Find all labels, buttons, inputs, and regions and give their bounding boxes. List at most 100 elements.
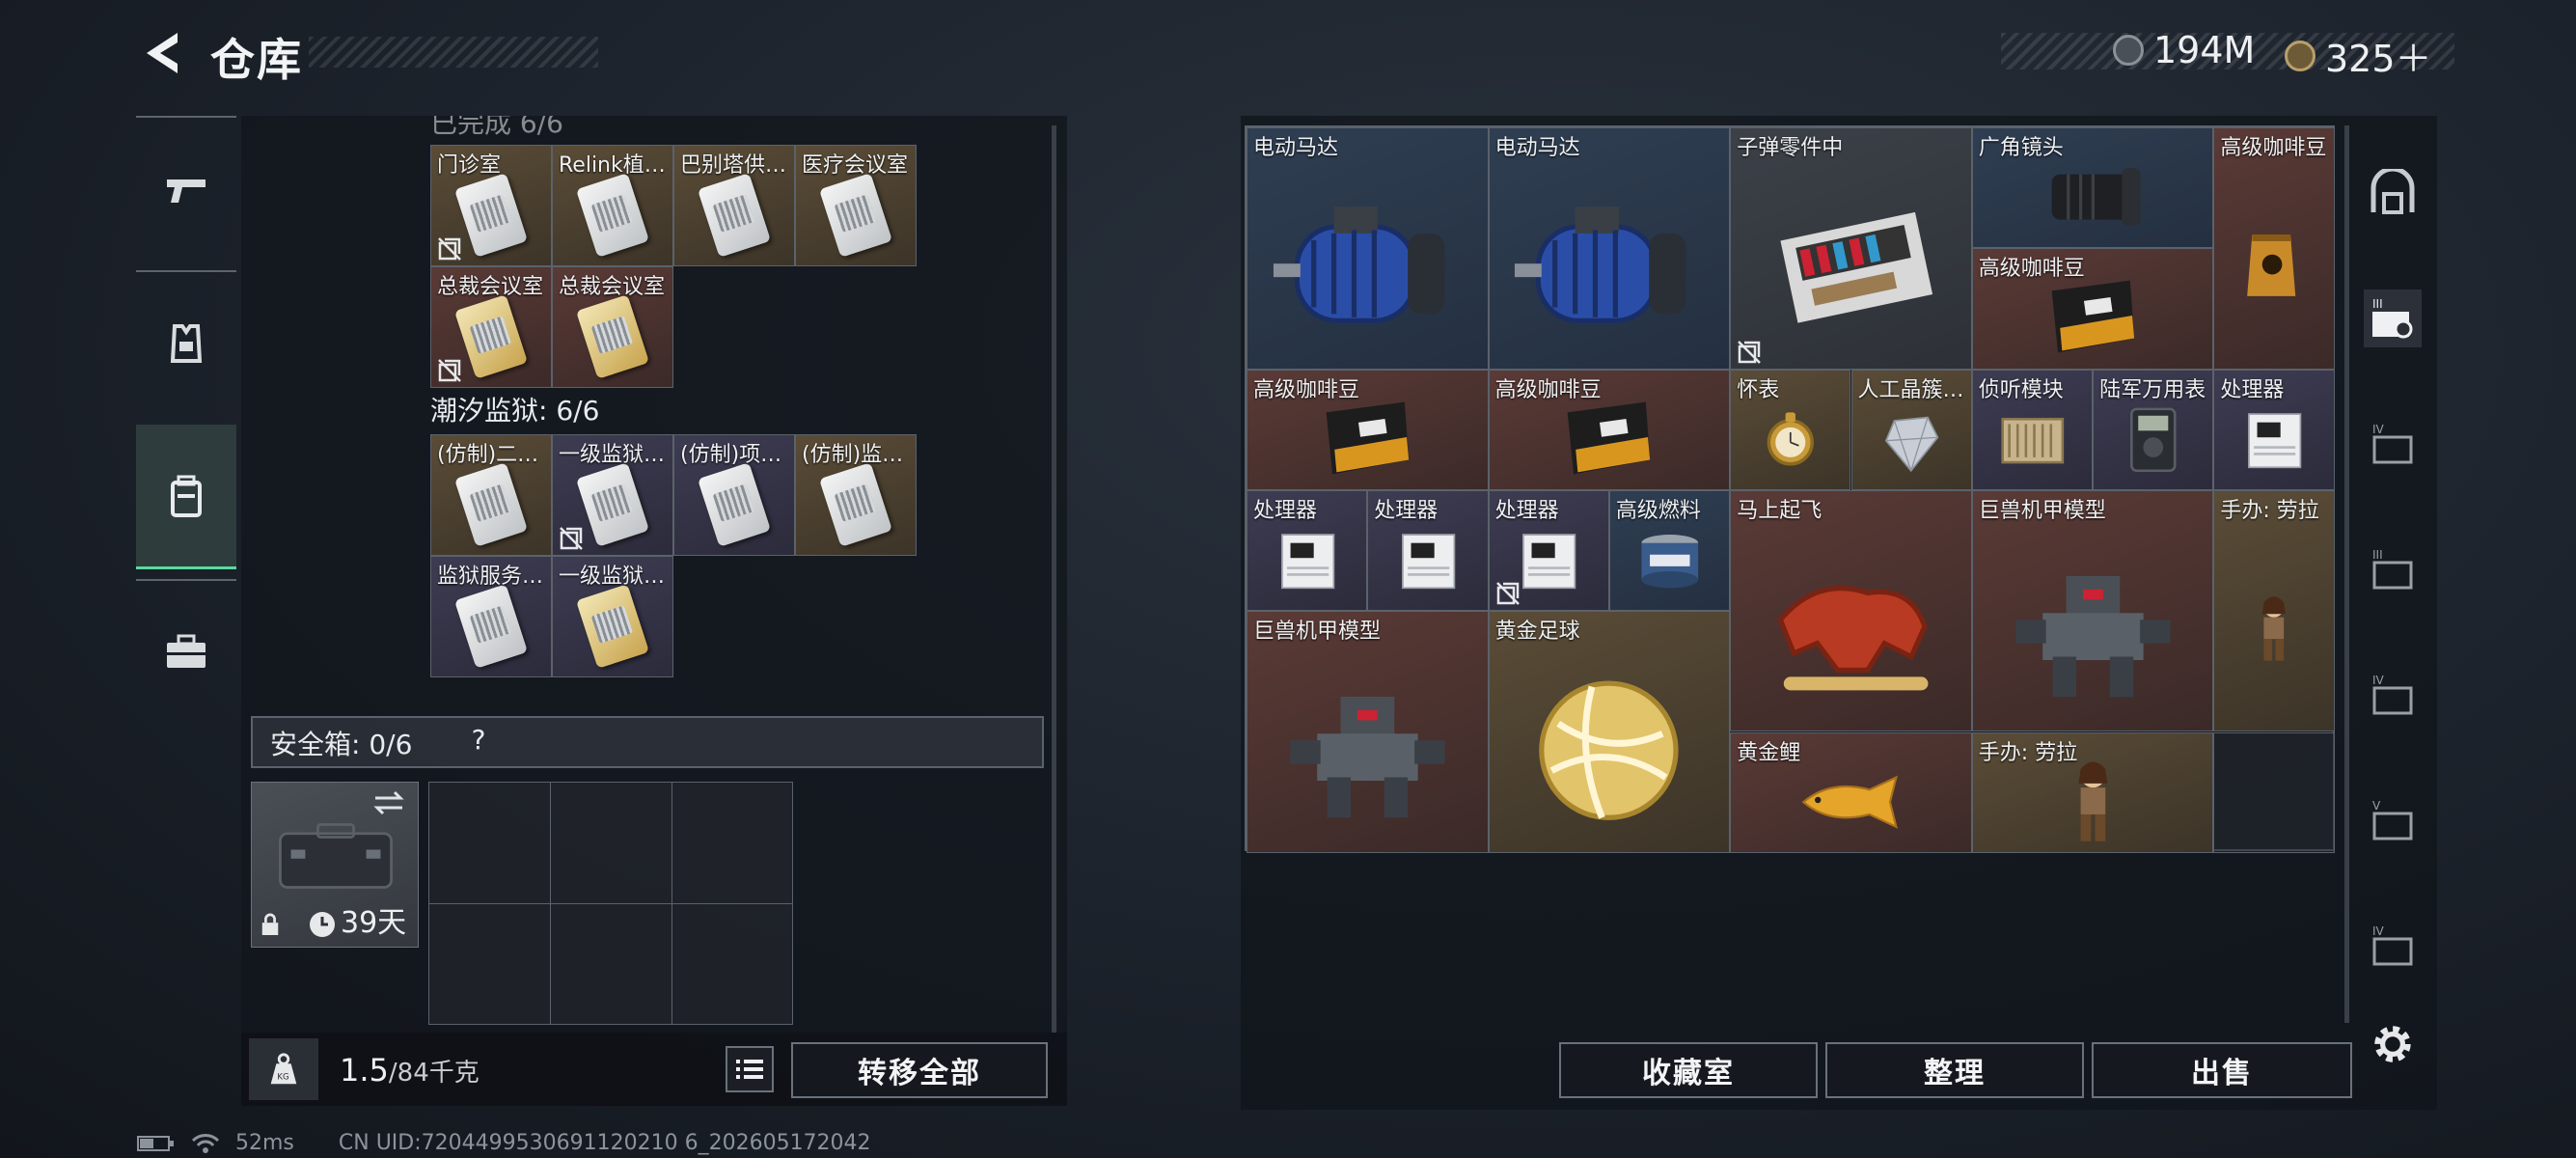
- keycard-slot[interactable]: 监狱服务…: [430, 556, 552, 677]
- keycard-slot[interactable]: 门诊室: [430, 145, 552, 266]
- title-underline-decoration: [309, 37, 598, 68]
- storage-tab-5[interactable]: V: [2364, 791, 2422, 849]
- stash-item[interactable]: 手办: 劳拉: [1971, 731, 2214, 853]
- stash-item[interactable]: 高级咖啡豆: [1247, 369, 1489, 490]
- stash-item-label: 处理器: [2220, 377, 2285, 402]
- stash-item-label: 马上起飞: [1737, 498, 1822, 523]
- stash-item-label: 手办: 劳拉: [1978, 740, 2078, 765]
- keycard-slot[interactable]: (仿制)二…: [430, 434, 552, 556]
- gold-coin-icon: [2285, 40, 2316, 71]
- stash-item[interactable]: 处理器: [2213, 369, 2335, 490]
- svg-text:III: III: [2372, 548, 2383, 562]
- stash-empty-slot[interactable]: [2213, 731, 2335, 853]
- stash-scrollbar[interactable]: [2344, 125, 2349, 1023]
- tab-backpack[interactable]: [136, 425, 236, 569]
- sort-button[interactable]: 整理: [1825, 1042, 2084, 1098]
- stash-item[interactable]: 马上起飞: [1730, 489, 1972, 732]
- keycard-slot[interactable]: (仿制)监…: [795, 434, 917, 556]
- stash-item[interactable]: 高级燃料: [1608, 489, 1731, 612]
- keycard-slot[interactable]: 总裁会议室: [552, 266, 673, 388]
- storage-box-iv-c-icon: IV: [2372, 924, 2413, 966]
- stash-item[interactable]: 人工晶簇…: [1850, 369, 1972, 490]
- wifi-icon: [191, 1133, 220, 1153]
- stash-item[interactable]: 处理器: [1367, 489, 1489, 612]
- keycard-label: 巴别塔供…: [680, 153, 787, 178]
- no-trade-icon: [1737, 340, 1762, 365]
- keycard-icon: [453, 173, 529, 258]
- stash-item[interactable]: 陆军万用表: [2093, 369, 2214, 490]
- stash-item[interactable]: 电动马达: [1488, 127, 1731, 370]
- keycard-slot[interactable]: 总裁会议室: [430, 266, 552, 388]
- stash-item[interactable]: 侦听模块: [1971, 369, 2094, 490]
- storage-tab-3[interactable]: III: [2364, 290, 2422, 347]
- list-icon: [736, 1060, 763, 1079]
- module-icon: [1983, 392, 2083, 484]
- stash-item-label: 电动马达: [1494, 136, 1580, 160]
- vault-door-tab[interactable]: [2364, 164, 2422, 222]
- safebox-grid[interactable]: [428, 782, 793, 1025]
- stash-item[interactable]: 高级咖啡豆: [1971, 248, 2214, 370]
- swap-icon[interactable]: [370, 788, 408, 817]
- safebox-help-button[interactable]: ?: [461, 724, 496, 756]
- stash-item-label: 电动马达: [1253, 136, 1339, 160]
- coffee-pack-icon: [1267, 392, 1468, 484]
- stash-item[interactable]: 巨兽机甲模型: [1247, 611, 1489, 853]
- storage-tab-4c[interactable]: IV: [2364, 917, 2422, 975]
- stash-item[interactable]: 子弹零件中: [1730, 127, 1972, 370]
- keycard-label: 门诊室: [437, 153, 502, 178]
- mech-icon: [1992, 535, 2194, 722]
- no-trade-icon: [1495, 581, 1521, 606]
- stash-item[interactable]: 黄金足球: [1488, 611, 1731, 853]
- stash-item[interactable]: 电动马达: [1247, 127, 1489, 370]
- keycard-slot[interactable]: 一级监狱…: [552, 434, 673, 556]
- stash-item[interactable]: 处理器: [1247, 489, 1368, 612]
- currency-gold[interactable]: 325＋: [2285, 29, 2432, 82]
- stash-item-label: 广角镜头: [1978, 136, 2064, 160]
- tab-weapon[interactable]: [136, 116, 236, 261]
- stash-item[interactable]: 高级咖啡豆: [1488, 369, 1731, 490]
- figure-icon: [1992, 755, 2194, 847]
- transfer-all-button[interactable]: 转移全部: [791, 1042, 1048, 1098]
- no-trade-icon: [437, 236, 462, 262]
- clock-icon: [310, 912, 335, 937]
- stash-item[interactable]: 广角镜头: [1971, 127, 2214, 249]
- keycard-icon: [453, 584, 529, 669]
- keycard-slot[interactable]: 医疗会议室: [795, 145, 917, 266]
- storage-tab-3b[interactable]: III: [2364, 540, 2422, 598]
- storage-box-iv-icon: IV: [2372, 423, 2413, 464]
- lens-icon: [1992, 150, 2194, 242]
- keycard-slot[interactable]: Relink植…: [552, 145, 673, 266]
- keycard-slot[interactable]: 巴别塔供…: [673, 145, 795, 266]
- stash-item[interactable]: 怀表: [1730, 369, 1851, 490]
- list-view-button[interactable]: [726, 1046, 774, 1092]
- motor-icon: [1267, 172, 1468, 359]
- stash-item[interactable]: 巨兽机甲模型: [1971, 489, 2214, 732]
- stash-item[interactable]: 高级咖啡豆: [2213, 127, 2335, 370]
- backpack-icon: [171, 475, 202, 517]
- tab-armor[interactable]: [136, 270, 236, 415]
- stash-item[interactable]: 手办: 劳拉: [2213, 489, 2335, 732]
- settings-button[interactable]: [2368, 1019, 2422, 1073]
- stash-item-label: 手办: 劳拉: [2220, 498, 2319, 523]
- scrollbar[interactable]: [1052, 125, 1056, 1033]
- sell-button[interactable]: 出售: [2092, 1042, 2352, 1098]
- crystal-icon: [1861, 392, 1961, 484]
- storage-tab-4b[interactable]: IV: [2364, 666, 2422, 724]
- lock-icon: [261, 913, 279, 935]
- stash-item-label: 怀表: [1737, 377, 1780, 402]
- keycard-slot[interactable]: 一级监狱…: [552, 556, 673, 677]
- stash-item-label: 侦听模块: [1978, 377, 2064, 402]
- vault-button[interactable]: 收藏室: [1559, 1042, 1818, 1098]
- fuel-can-icon: [1620, 512, 1720, 605]
- safebox-case-slot[interactable]: 39天: [251, 782, 419, 948]
- stash-item[interactable]: 黄金鲤: [1730, 731, 1972, 853]
- tab-case[interactable]: [136, 579, 236, 724]
- keycard-slot[interactable]: (仿制)项…: [673, 434, 795, 556]
- section-partial-header: 已完成 6/6: [430, 107, 563, 139]
- section-tide-prison: 潮汐监狱: 6/6: [430, 395, 600, 427]
- back-button[interactable]: [135, 27, 193, 79]
- weight-value: 1.5: [340, 1052, 389, 1089]
- stash-item[interactable]: 处理器: [1488, 489, 1609, 612]
- mech-icon: [1267, 655, 1468, 842]
- storage-tab-4a[interactable]: IV: [2364, 415, 2422, 473]
